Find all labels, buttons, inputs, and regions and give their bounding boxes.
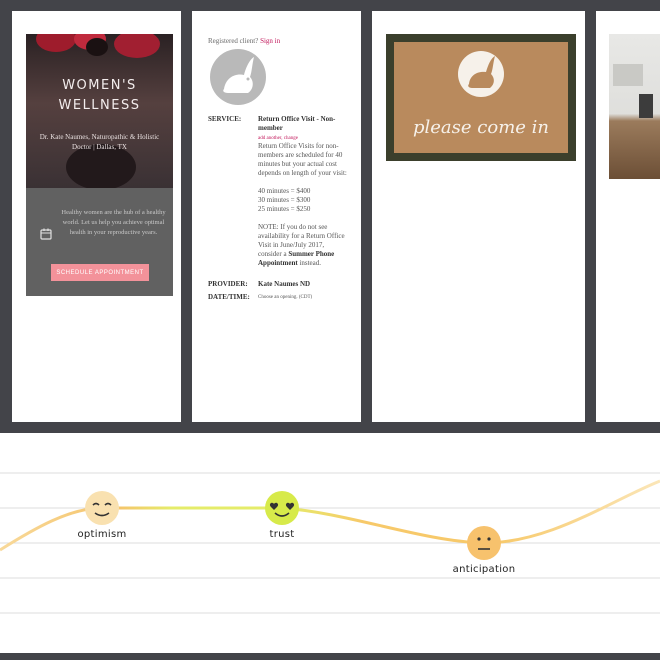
datetime-row: DATE/TIME: Choose an opening. (CDT) bbox=[208, 293, 348, 302]
calendar-icon bbox=[40, 228, 52, 240]
office-photo bbox=[609, 34, 660, 179]
service-row: SERVICE: Return Office Visit - Non-membe… bbox=[208, 115, 348, 268]
doormat: please come in bbox=[394, 42, 568, 153]
provider-row: PROVIDER: Kate Naumes ND bbox=[208, 280, 348, 289]
rabbit-logo-icon bbox=[458, 51, 504, 97]
emotion-journey-chart bbox=[0, 472, 660, 614]
site-title: WOMEN'S WELLNESS bbox=[58, 78, 141, 113]
datetime-key: DATE/TIME: bbox=[208, 293, 250, 301]
schedule-appointment-button[interactable]: SCHEDULE APPOINTMENT bbox=[51, 264, 149, 281]
emotion-label-trust: trust bbox=[269, 529, 295, 540]
emotion-label-anticipation: anticipation bbox=[452, 564, 516, 575]
sign-in-link[interactable]: Sign in bbox=[260, 37, 280, 45]
price-30: 30 minutes = $300 bbox=[258, 196, 311, 204]
rabbit-logo-icon bbox=[210, 49, 266, 105]
office-chair bbox=[639, 94, 653, 118]
screen-booking-form: Registered client? Sign in SERVICE: Retu… bbox=[192, 11, 361, 422]
note-suffix: instead. bbox=[299, 259, 322, 267]
doormat-photo: please come in bbox=[386, 34, 576, 161]
screen-office-photo bbox=[596, 11, 660, 422]
provider-name: Kate Naumes ND bbox=[258, 280, 311, 288]
intro-blurb: Healthy women are the hub of a healthy w… bbox=[61, 209, 166, 236]
neutral-face-icon bbox=[467, 526, 501, 560]
provider-key: PROVIDER: bbox=[208, 280, 248, 288]
heart-eyes-face-icon bbox=[265, 491, 299, 525]
service-description: Return Office Visits for non-members are… bbox=[258, 142, 347, 177]
office-desk bbox=[613, 64, 643, 86]
price-25: 25 minutes = $250 bbox=[258, 205, 311, 213]
provider-value: Kate Naumes ND bbox=[258, 280, 348, 289]
registered-prefix: Registered client? bbox=[208, 37, 259, 45]
smiling-face-icon bbox=[85, 491, 119, 525]
datetime-value[interactable]: Choose an opening. (CDT) bbox=[258, 293, 348, 302]
site-intro-section: Healthy women are the hub of a healthy w… bbox=[26, 188, 173, 296]
screen-welcome-photo: please come in bbox=[372, 11, 585, 422]
service-name: Return Office Visit - Non-member bbox=[258, 115, 336, 132]
service-value: Return Office Visit - Non-member add ano… bbox=[258, 115, 348, 268]
emotion-journey: optimism trust anticipation bbox=[0, 433, 660, 653]
registered-client-line: Registered client? Sign in bbox=[208, 37, 348, 46]
site-subtitle: Dr. Kate Naumes, Naturopathic & Holistic… bbox=[39, 133, 160, 151]
mat-text: please come in bbox=[413, 117, 549, 138]
service-actions[interactable]: add another, change bbox=[258, 136, 298, 141]
screen-homepage: WOMEN'S WELLNESS Dr. Kate Naumes, Naturo… bbox=[12, 11, 181, 422]
hero-image: WOMEN'S WELLNESS Dr. Kate Naumes, Naturo… bbox=[26, 34, 173, 188]
emotion-label-optimism: optimism bbox=[77, 529, 127, 540]
price-40: 40 minutes = $400 bbox=[258, 187, 311, 195]
service-key: SERVICE: bbox=[208, 115, 242, 123]
booking-form: Registered client? Sign in SERVICE: Retu… bbox=[208, 37, 348, 301]
